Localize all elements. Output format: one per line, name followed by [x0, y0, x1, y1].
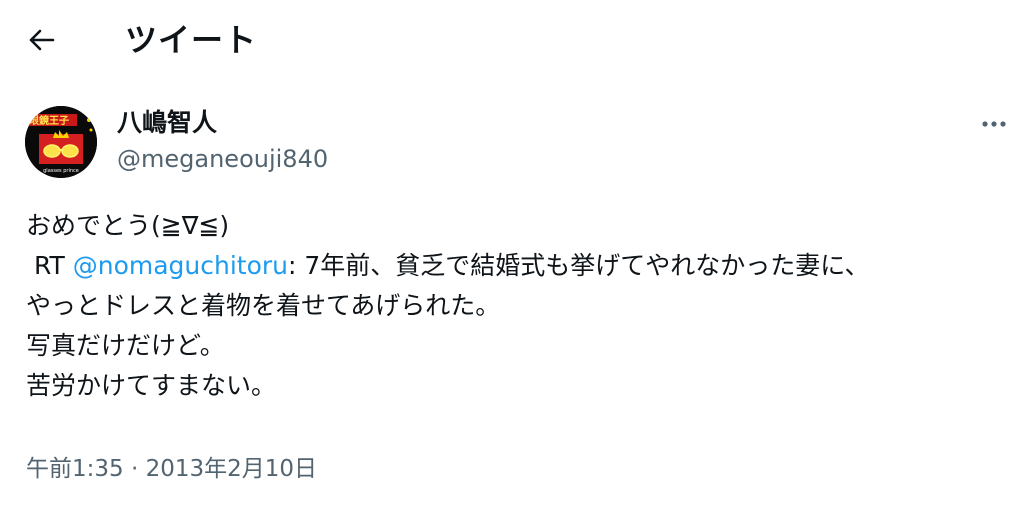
tweet-line-5: 苦労かけてすまない。 [26, 371, 277, 400]
avatar[interactable]: 眼鏡王子 glasses prince [25, 106, 97, 178]
avatar-logo-text: 眼鏡王子 [29, 114, 69, 127]
tweet-timestamp: 午前1:35 · 2013年2月10日 [26, 452, 317, 486]
author-display-name[interactable]: 八嶋智人 [117, 105, 217, 141]
arrow-left-icon [29, 29, 55, 51]
avatar-caption-text: glasses prince [43, 168, 79, 174]
header: ツイート [0, 0, 1024, 84]
tweet-date[interactable]: 2013年2月10日 [146, 456, 317, 482]
more-options-button[interactable] [972, 108, 1016, 140]
avatar-image: 眼鏡王子 glasses prince [25, 106, 97, 178]
tweet-line-3: やっとドレスと着物を着せてあげられた。 [26, 291, 501, 320]
author-handle[interactable]: @meganeouji840 [117, 142, 328, 176]
tweet-line-2: RT @nomaguchitoru: 7年前、貧乏で結婚式も挙げてやれなかった妻… [26, 246, 1006, 286]
meta-separator: · [123, 456, 146, 482]
more-horizontal-icon [982, 121, 1006, 127]
tweet-line-1: おめでとう(≧∇≦) [26, 211, 230, 240]
tweet-text: おめでとう(≧∇≦) RT @nomaguchitoru: 7年前、貧乏で結婚式… [26, 206, 1006, 406]
mention-link[interactable]: @nomaguchitoru [73, 251, 288, 280]
tweet-line-2-rest: : 7年前、貧乏で結婚式も挙げてやれなかった妻に、 [288, 251, 870, 280]
back-button[interactable] [22, 22, 62, 58]
tweet-time[interactable]: 午前1:35 [26, 456, 124, 482]
rt-prefix: RT [26, 251, 73, 280]
tweet-line-4: 写真だけだけど。 [26, 331, 225, 360]
page-title: ツイート [125, 21, 258, 59]
